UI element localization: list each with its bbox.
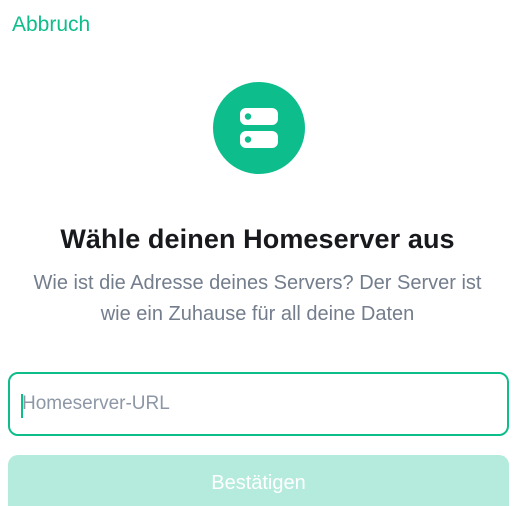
server-selection-screen: Abbruch Wähle deinen Homeserver aus Wie … [0, 0, 515, 506]
page-title: Wähle deinen Homeserver aus [60, 224, 455, 254]
homeserver-url-input[interactable] [22, 374, 492, 434]
confirm-button[interactable]: Bestätigen [8, 455, 509, 506]
server-icon [240, 108, 278, 148]
cancel-button[interactable]: Abbruch [12, 13, 90, 37]
server-icon-badge [213, 82, 305, 174]
subtitle-line-1: Wie ist die Adresse deines Servers? Der … [33, 272, 482, 294]
subtitle-line-2: wie ein Zuhause für all deine Daten [100, 303, 415, 325]
page-subtitle: Wie ist die Adresse deines Servers? Der … [0, 268, 515, 330]
homeserver-url-field[interactable] [8, 372, 509, 436]
